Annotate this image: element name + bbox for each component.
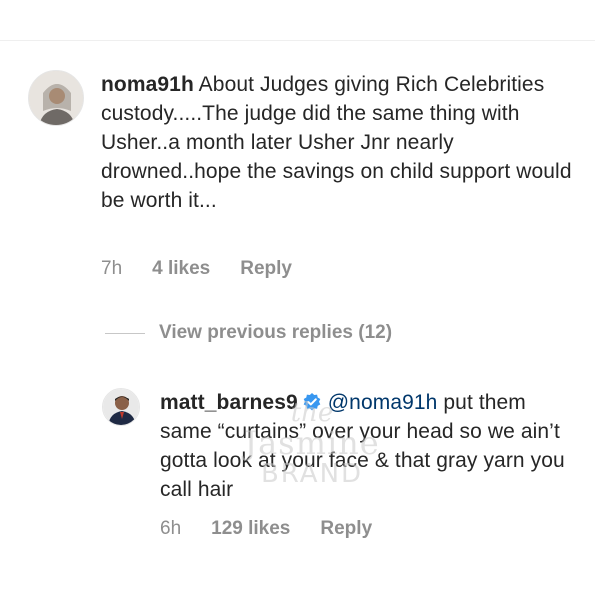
user-avatar-icon	[29, 71, 83, 125]
view-replies-label: View previous replies (12)	[159, 322, 393, 343]
verified-badge-icon	[303, 393, 321, 411]
comment-meta: 7h 4 likes Reply	[101, 258, 292, 280]
reply-button[interactable]: Reply	[240, 258, 292, 280]
comment-time: 7h	[101, 258, 123, 279]
likes-count[interactable]: 4 likes	[152, 258, 210, 280]
view-previous-replies-button[interactable]: View previous replies (12)	[105, 322, 392, 344]
avatar[interactable]	[102, 388, 140, 426]
comment-username[interactable]: matt_barnes9	[160, 391, 298, 414]
likes-count[interactable]: 129 likes	[211, 518, 290, 540]
avatar[interactable]	[28, 70, 84, 126]
user-avatar-icon	[103, 389, 139, 425]
comment-text: matt_barnes9 @noma91h put them same “curt…	[160, 388, 570, 504]
comment-username[interactable]: noma91h	[101, 73, 194, 96]
reply-button[interactable]: Reply	[320, 518, 372, 540]
comment-time: 6h	[160, 518, 182, 539]
mention-link[interactable]: @noma91h	[328, 391, 438, 414]
top-divider	[0, 40, 595, 41]
comment-meta: 6h 129 likes Reply	[160, 518, 372, 540]
comment-text: noma91h About Judges giving Rich Celebri…	[101, 70, 581, 215]
replies-line	[105, 332, 145, 334]
